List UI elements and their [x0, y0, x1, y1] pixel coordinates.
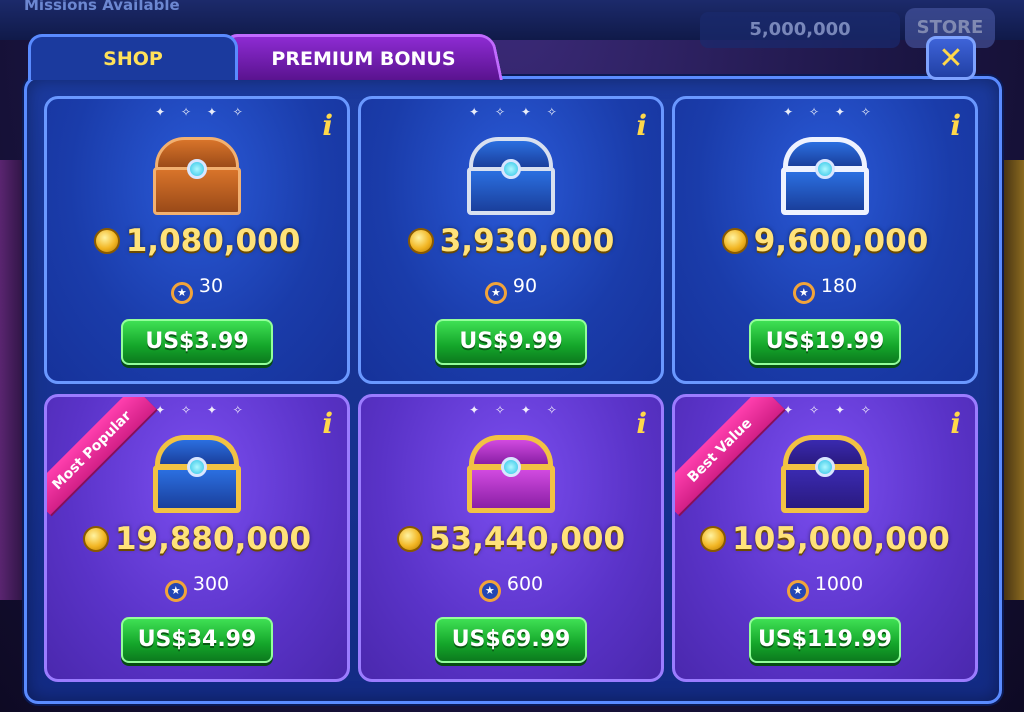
silver-large-chest-icon	[777, 137, 873, 219]
coin-amount: 19,880,000	[47, 521, 347, 557]
info-icon[interactable]: i	[322, 109, 333, 142]
sparkle-icon: ✦ ✧ ✦ ✧	[155, 105, 249, 119]
coin-amount: 3,930,000	[361, 223, 661, 259]
info-icon[interactable]: i	[950, 407, 961, 440]
coin-icon	[721, 228, 748, 254]
most-popular-ribbon: Most Popular	[47, 397, 157, 515]
loyalty-points: ★ 90	[361, 275, 661, 304]
gold-cosmic-chest-icon	[777, 435, 873, 517]
buy-button[interactable]: US$9.99	[435, 319, 587, 365]
offer-card-1: ✦ ✧ ✦ ✧ i 1,080,000 ★ 30 US$3.99	[44, 96, 350, 384]
sparkle-icon: ✦ ✧ ✦ ✧	[155, 403, 249, 417]
info-icon[interactable]: i	[322, 407, 333, 440]
loyalty-points: ★ 600	[361, 573, 661, 602]
sparkle-icon: ✦ ✧ ✦ ✧	[469, 403, 563, 417]
star-points-icon: ★	[478, 580, 501, 602]
missions-available-label: Missions Available	[24, 0, 180, 14]
star-points-icon: ★	[484, 282, 507, 304]
offer-card-4: Most Popular ✦ ✧ ✦ ✧ i 19,880,000 ★ 300 U…	[44, 394, 350, 682]
coin-amount: 9,600,000	[675, 223, 975, 259]
best-value-ribbon: Best Value	[675, 397, 785, 515]
coin-amount: 105,000,000	[675, 521, 975, 557]
buy-button[interactable]: US$3.99	[121, 319, 273, 365]
close-icon: ✕	[938, 40, 964, 76]
coin-icon	[82, 526, 109, 552]
info-icon[interactable]: i	[636, 109, 647, 142]
coin-icon	[407, 228, 434, 254]
coin-amount: 53,440,000	[361, 521, 661, 557]
tab-shop-label: SHOP	[103, 47, 163, 70]
buy-button[interactable]: US$69.99	[435, 617, 587, 663]
gold-magenta-chest-icon	[463, 435, 559, 517]
offer-card-3: ✦ ✧ ✦ ✧ i 9,600,000 ★ 180 US$19.99	[672, 96, 978, 384]
info-icon[interactable]: i	[636, 407, 647, 440]
buy-button[interactable]: US$19.99	[749, 319, 901, 365]
star-points-icon: ★	[786, 580, 809, 602]
tab-premium-bonus[interactable]: PREMIUM BONUS	[223, 34, 503, 80]
coin-icon	[93, 228, 120, 254]
info-icon[interactable]: i	[950, 109, 961, 142]
coin-icon	[396, 526, 423, 552]
tab-shop[interactable]: SHOP	[28, 34, 238, 80]
star-points-icon: ★	[170, 282, 193, 304]
sparkle-icon: ✦ ✧ ✦ ✧	[469, 105, 563, 119]
background-left-decoration	[0, 160, 26, 600]
sparkle-icon: ✦ ✧ ✦ ✧	[783, 403, 877, 417]
bronze-chest-icon	[149, 137, 245, 219]
loyalty-points: ★ 300	[47, 573, 347, 602]
star-points-icon: ★	[792, 282, 815, 304]
buy-button[interactable]: US$119.99	[749, 617, 901, 663]
gold-blue-chest-icon	[149, 435, 245, 517]
coin-icon	[700, 526, 727, 552]
offer-card-2: ✦ ✧ ✦ ✧ i 3,930,000 ★ 90 US$9.99	[358, 96, 664, 384]
offer-card-5: ✦ ✧ ✦ ✧ i 53,440,000 ★ 600 US$69.99	[358, 394, 664, 682]
coin-amount: 1,080,000	[47, 223, 347, 259]
offer-card-6: Best Value ✦ ✧ ✦ ✧ i 105,000,000 ★ 1000 U…	[672, 394, 978, 682]
star-points-icon: ★	[164, 580, 187, 602]
sparkle-icon: ✦ ✧ ✦ ✧	[783, 105, 877, 119]
close-button[interactable]: ✕	[926, 36, 976, 80]
coin-balance: 5,000,000	[700, 12, 900, 48]
silver-blue-chest-icon	[463, 137, 559, 219]
loyalty-points: ★ 30	[47, 275, 347, 304]
tab-premium-label: PREMIUM BONUS	[271, 47, 456, 70]
background-right-decoration	[1000, 160, 1024, 600]
loyalty-points: ★ 1000	[675, 573, 975, 602]
buy-button[interactable]: US$34.99	[121, 617, 273, 663]
loyalty-points: ★ 180	[675, 275, 975, 304]
